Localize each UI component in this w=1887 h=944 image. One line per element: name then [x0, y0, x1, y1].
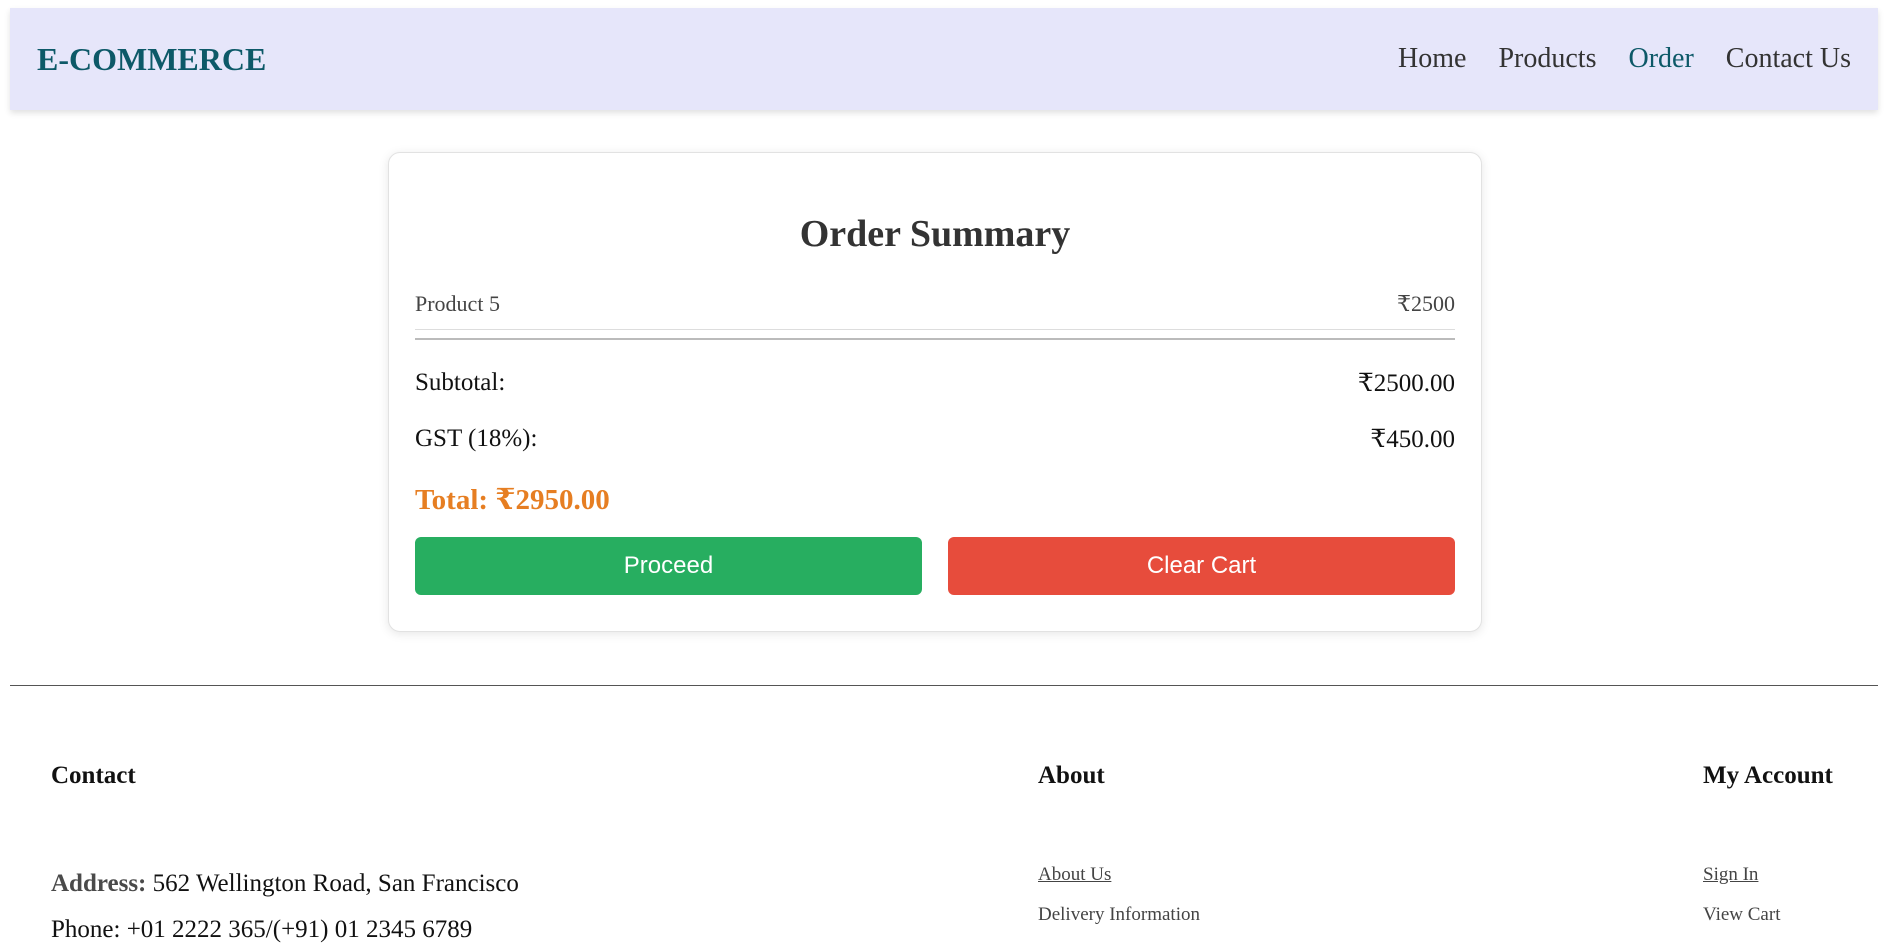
footer-link-about-us[interactable]: About Us [1038, 864, 1200, 886]
footer-about-heading: About [1038, 762, 1105, 789]
summary-divider [415, 338, 1455, 340]
item-price: ₹2500 [1397, 291, 1455, 316]
gst-label: GST (18%): [415, 425, 538, 452]
order-total: Total: ₹2950.00 [415, 484, 610, 516]
order-actions: Proceed Clear Cart [415, 537, 1455, 595]
clear-cart-button[interactable]: Clear Cart [948, 537, 1455, 595]
main-nav: Home Products Order Contact Us [1398, 43, 1851, 75]
footer-link-sign-in[interactable]: Sign In [1703, 864, 1833, 886]
nav-products[interactable]: Products [1498, 43, 1596, 75]
footer-contact: Contact Address: 562 Wellington Road, Sa… [51, 762, 519, 944]
address-text: 562 Wellington Road, San Francisco [152, 870, 519, 897]
footer-about-links: About Us Delivery Information [1038, 864, 1200, 926]
order-item-row: Product 5 ₹2500 [415, 291, 1455, 330]
gst-value: ₹450.00 [1370, 426, 1455, 453]
footer-link-view-cart[interactable]: View Cart [1703, 904, 1833, 926]
order-summary-card: Order Summary Product 5 ₹2500 Subtotal: … [388, 152, 1482, 632]
order-summary-title: Order Summary [799, 213, 1071, 255]
subtotal-value: ₹2500.00 [1357, 370, 1455, 397]
subtotal-row: Subtotal: ₹2500.00 [415, 368, 1455, 398]
footer-divider [10, 685, 1878, 686]
footer-account-links: Sign In View Cart [1703, 864, 1833, 926]
footer-contact-heading: Contact [51, 762, 136, 789]
site-header: E-COMMERCE Home Products Order Contact U… [10, 8, 1878, 110]
proceed-button[interactable]: Proceed [415, 537, 922, 595]
address-label: Address: [51, 870, 147, 897]
nav-contact-us[interactable]: Contact Us [1726, 43, 1851, 75]
site-logo[interactable]: E-COMMERCE [37, 41, 266, 78]
footer-link-delivery-information[interactable]: Delivery Information [1038, 904, 1200, 926]
footer-phone: Phone: +01 2222 365/(+91) 01 2345 6789 [51, 916, 473, 943]
footer-about: About About Us Delivery Information [1038, 762, 1200, 944]
item-name: Product 5 [415, 291, 500, 316]
subtotal-label: Subtotal: [415, 369, 506, 396]
footer-account-heading: My Account [1703, 762, 1833, 789]
nav-home[interactable]: Home [1398, 43, 1466, 75]
footer-address: Address: 562 Wellington Road, San Franci… [51, 870, 519, 898]
gst-row: GST (18%): ₹450.00 [415, 424, 1455, 454]
footer-account: My Account Sign In View Cart [1703, 762, 1833, 944]
nav-order[interactable]: Order [1628, 43, 1693, 75]
